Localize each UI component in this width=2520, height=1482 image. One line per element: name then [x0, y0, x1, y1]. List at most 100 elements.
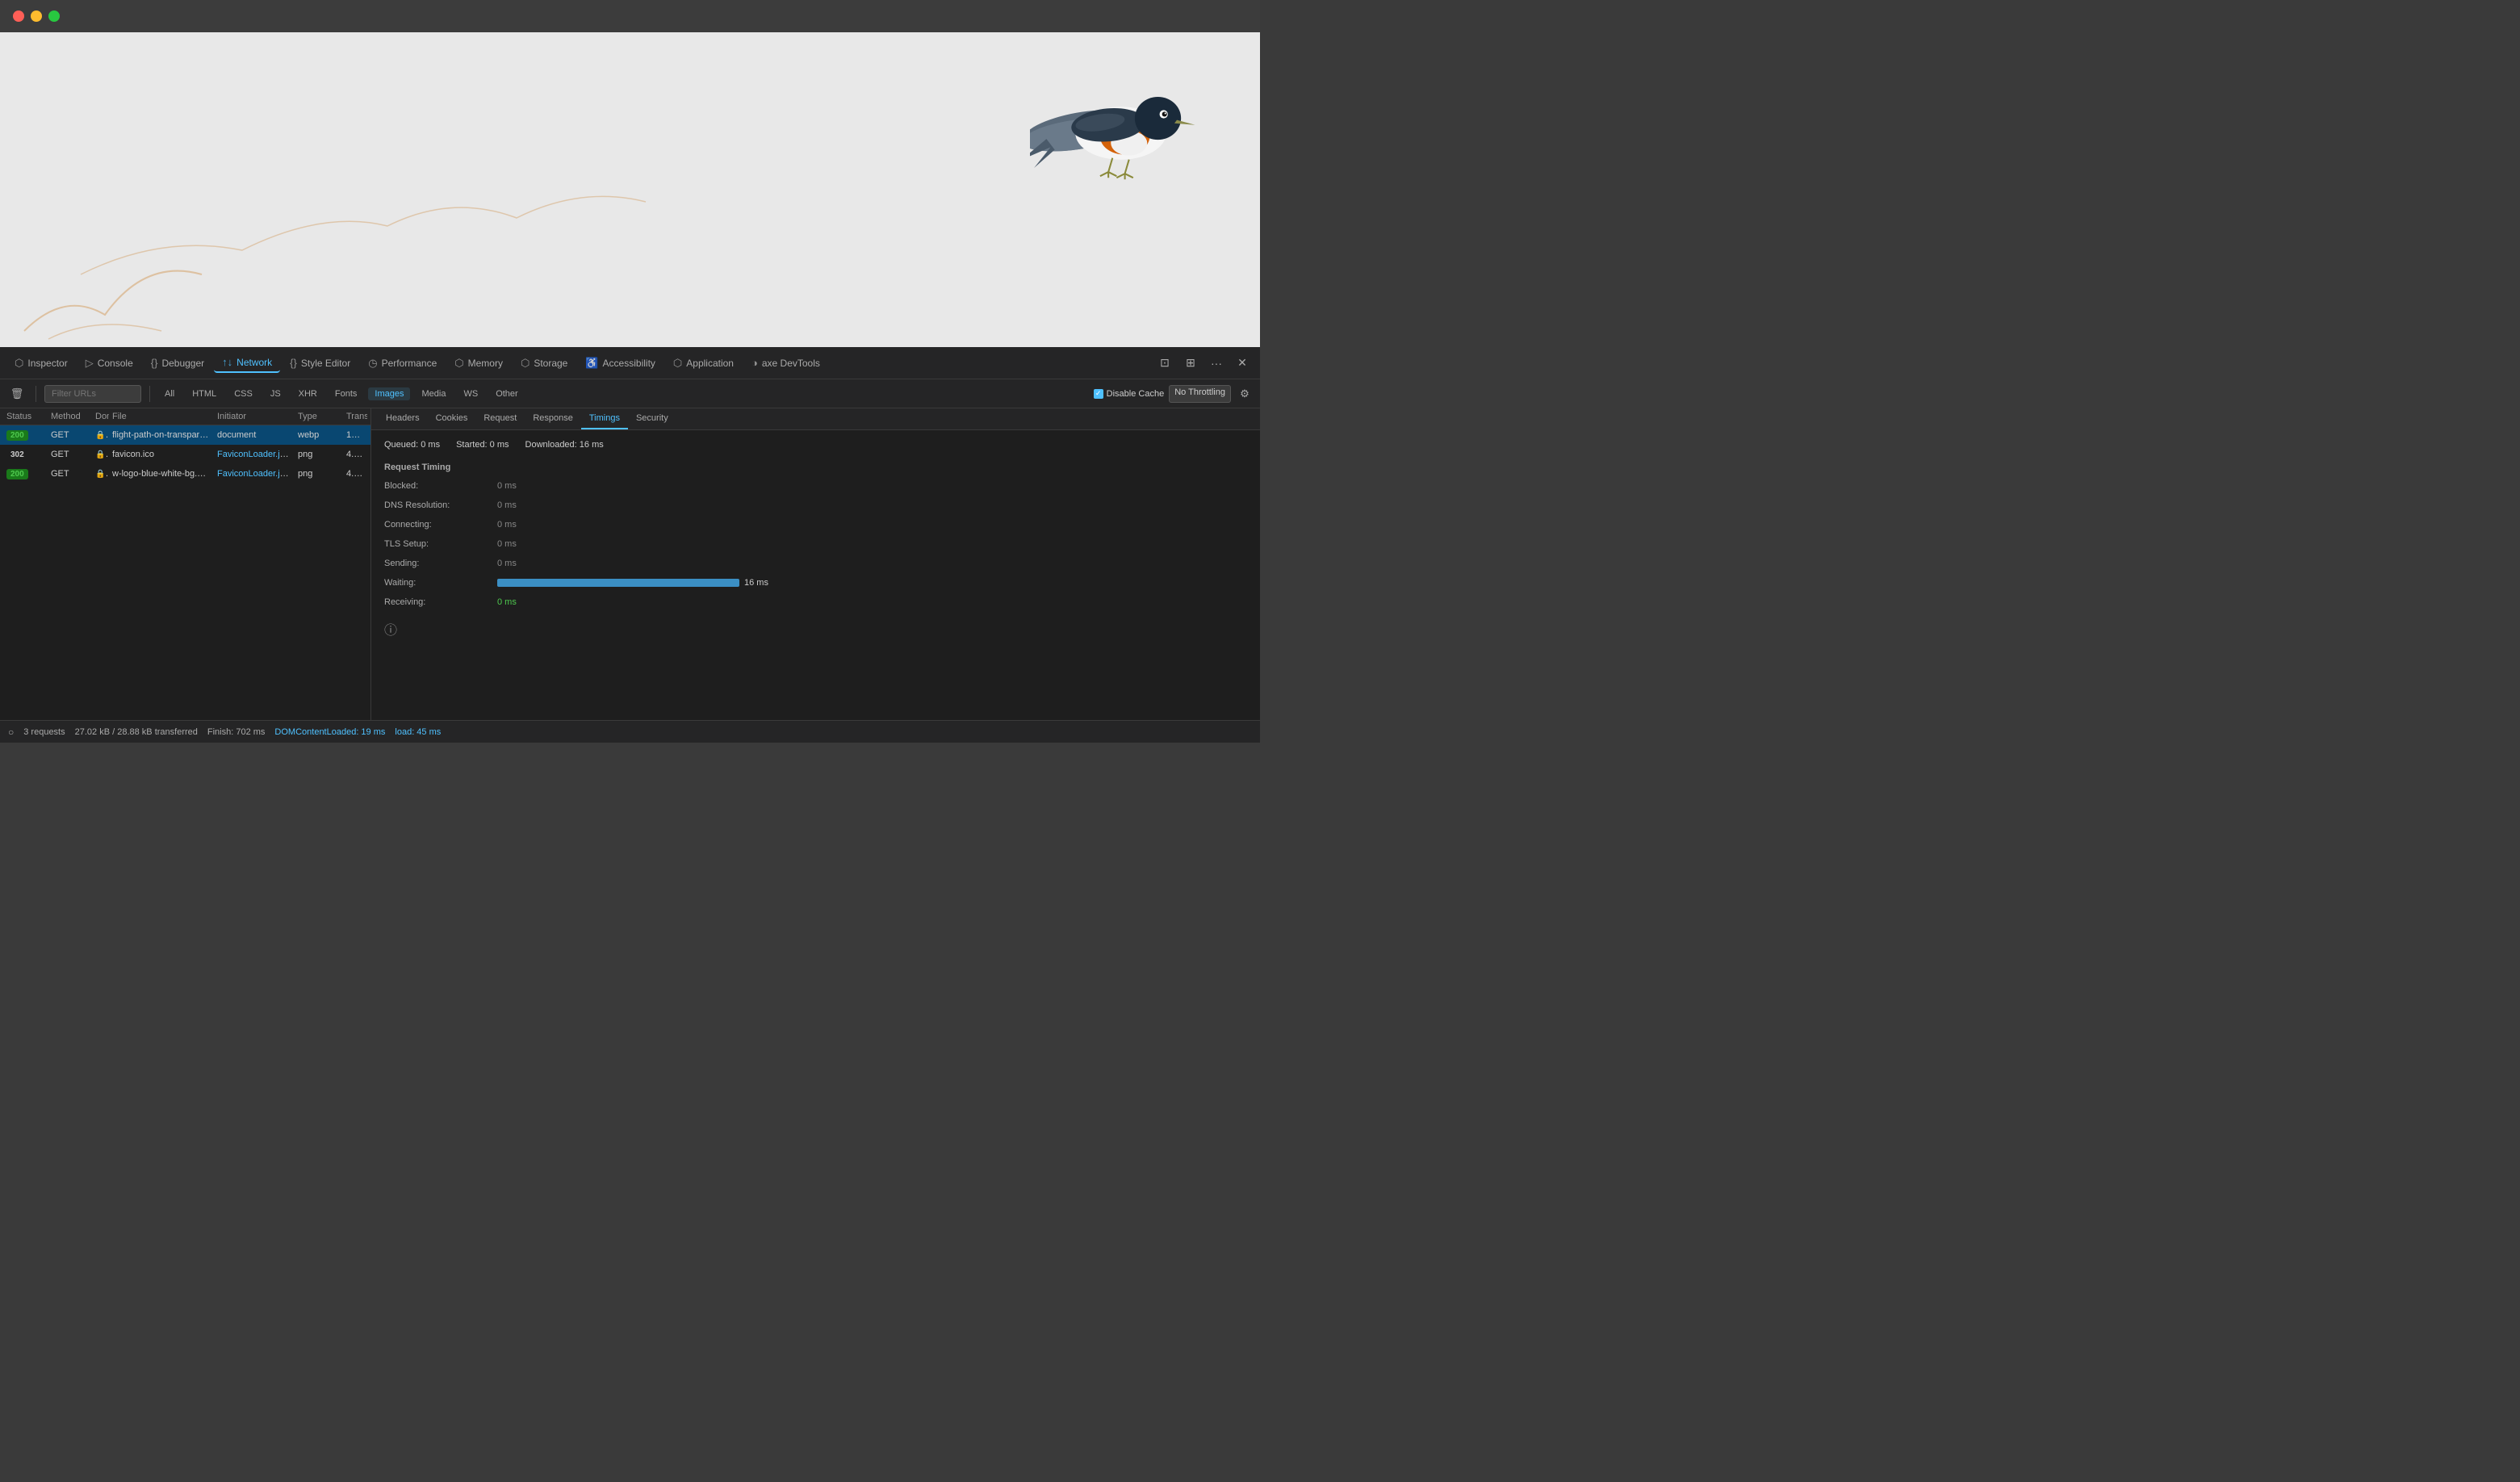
tab-memory[interactable]: ⬡ Memory — [446, 354, 511, 373]
filter-ws[interactable]: WS — [457, 387, 484, 400]
disable-cache-checkbox[interactable]: ✓ — [1094, 389, 1103, 399]
timing-row-receiving: Receiving: 0 ms — [384, 595, 1247, 609]
tab-application[interactable]: ⬡ Application — [665, 354, 742, 373]
tab-axe-devtools[interactable]: ◑ axe DevTools — [743, 354, 828, 372]
cell-status: 302 — [3, 447, 48, 463]
initiator-link[interactable]: FaviconLoader.jsm:1… — [217, 450, 295, 459]
transferred-size: 27.02 kB / 28.88 kB transferred — [75, 727, 198, 737]
tab-storage[interactable]: ⬡ Storage — [513, 354, 576, 373]
tab-style-editor[interactable]: {} Style Editor — [282, 354, 358, 372]
gear-button[interactable]: ⚙ — [1236, 385, 1254, 403]
bird-illustration — [1030, 61, 1212, 194]
filter-images[interactable]: Images — [368, 387, 410, 400]
table-row[interactable]: 302 GET 🔒 d88nnwyj5756q.cloudfront.net f… — [0, 445, 370, 464]
cell-initiator: document — [214, 428, 295, 442]
timing-label: Connecting: — [384, 520, 497, 530]
table-row[interactable]: 200 GET 🔒 d88nnwyj5756q.cloudfront.net f… — [0, 425, 370, 445]
timing-label: Receiving: — [384, 597, 497, 607]
style-editor-icon: {} — [290, 357, 297, 369]
maximize-button[interactable] — [48, 10, 60, 22]
inspector-icon: ⬡ — [15, 357, 23, 370]
throttle-select[interactable]: No Throttling — [1169, 385, 1231, 403]
dom-content-loaded[interactable]: DOMContentLoaded: 19 ms — [274, 727, 385, 737]
table-row[interactable]: 200 GET 🔒 d88nnwyj5756q.cloudfront.net w… — [0, 464, 370, 484]
lock-icon: 🔒 — [95, 430, 109, 440]
cell-initiator: FaviconLoader.jsm:1… — [214, 447, 295, 462]
col-file: File — [109, 408, 214, 425]
devtools-tabbar: ⬡ Inspector ▷ Console {} Debugger ↑↓ Net… — [0, 347, 1260, 379]
more-button[interactable]: ··· — [1205, 352, 1228, 375]
timing-label: DNS Resolution: — [384, 500, 497, 510]
timing-row-connecting: Connecting: 0 ms — [384, 517, 1247, 532]
help-icon[interactable]: ⓘ — [384, 619, 1247, 638]
cell-file: flight-path-on-transparent-d.png — [109, 428, 214, 442]
timing-label: TLS Setup: — [384, 539, 497, 549]
load-time[interactable]: load: 45 ms — [395, 727, 441, 737]
timing-bar-area: 0 ms — [497, 520, 1247, 530]
cell-transferred: 19.58 kB — [343, 428, 367, 442]
tab-request[interactable]: Request — [475, 408, 525, 429]
tab-security[interactable]: Security — [628, 408, 676, 429]
storage-icon: ⬡ — [521, 357, 530, 370]
timing-row-sending: Sending: 0 ms — [384, 556, 1247, 571]
timing-value: 0 ms — [497, 520, 517, 530]
filter-fonts[interactable]: Fonts — [329, 387, 364, 400]
check-icon: ✓ — [1095, 389, 1102, 398]
tab-inspector[interactable]: ⬡ Inspector — [6, 354, 76, 373]
network-toolbar-right: ✓ Disable Cache No Throttling ⚙ — [1094, 385, 1254, 403]
cell-file: w-logo-blue-white-bg.png — [109, 467, 214, 481]
filter-input[interactable] — [44, 385, 141, 403]
tab-response[interactable]: Response — [525, 408, 581, 429]
table-body: 200 GET 🔒 d88nnwyj5756q.cloudfront.net f… — [0, 425, 370, 720]
cell-method: GET — [48, 447, 92, 462]
timing-value: 0 ms — [497, 500, 517, 510]
cell-type: png — [295, 447, 343, 462]
initiator-link[interactable]: FaviconLoader.jsm:1… — [217, 469, 295, 479]
titlebar — [0, 0, 1260, 32]
network-icon: ↑↓ — [222, 356, 232, 368]
filter-js[interactable]: JS — [264, 387, 287, 400]
timing-bar-area: 16 ms — [497, 578, 1247, 588]
timing-value: 0 ms — [497, 481, 517, 491]
filter-all[interactable]: All — [158, 387, 181, 400]
minimize-button[interactable] — [31, 10, 42, 22]
tab-performance[interactable]: ◷ Performance — [360, 354, 445, 373]
close-button[interactable] — [13, 10, 24, 22]
downloaded-time: Downloaded: 16 ms — [525, 440, 604, 450]
tab-debugger[interactable]: {} Debugger — [143, 354, 212, 372]
tab-headers[interactable]: Headers — [378, 408, 428, 429]
filter-other[interactable]: Other — [489, 387, 525, 400]
lock-icon: 🔒 — [95, 469, 109, 479]
tab-console[interactable]: ▷ Console — [77, 354, 141, 373]
filter-media[interactable]: Media — [415, 387, 452, 400]
tab-accessibility[interactable]: ♿ Accessibility — [577, 354, 663, 373]
filter-html[interactable]: HTML — [186, 387, 223, 400]
disable-cache-label[interactable]: ✓ Disable Cache — [1094, 389, 1165, 399]
timing-value: 16 ms — [744, 578, 768, 588]
cell-domain: 🔒 d88nnwyj5756q.cloudfront.net — [92, 447, 109, 462]
close-devtools-button[interactable]: ✕ — [1231, 352, 1254, 375]
devtools-panel: ⬡ Inspector ▷ Console {} Debugger ↑↓ Net… — [0, 347, 1260, 743]
browser-viewport — [0, 32, 1260, 347]
toolbar-right: ⊡ ⊞ ··· ✕ — [1153, 352, 1254, 375]
cell-method: GET — [48, 467, 92, 481]
cell-type: webp — [295, 428, 343, 442]
col-method: Method — [48, 408, 92, 425]
tab-network[interactable]: ↑↓ Network — [214, 353, 280, 373]
devtools-main: Status Method Domain File Initiator Type… — [0, 408, 1260, 720]
filter-xhr[interactable]: XHR — [292, 387, 324, 400]
timing-value: 0 ms — [497, 559, 517, 568]
col-type: Type — [295, 408, 343, 425]
network-toolbar: 🗑 All HTML CSS JS XHR Fonts Images Media… — [0, 379, 1260, 408]
tab-timings[interactable]: Timings — [581, 408, 628, 429]
timing-row-tls: TLS Setup: 0 ms — [384, 537, 1247, 551]
clear-button[interactable]: 🗑 — [6, 383, 27, 404]
debugger-icon: {} — [151, 357, 158, 369]
undock-button[interactable]: ⊞ — [1179, 352, 1202, 375]
cell-type: png — [295, 467, 343, 481]
application-icon: ⬡ — [673, 357, 682, 370]
tab-cookies[interactable]: Cookies — [428, 408, 476, 429]
cell-file: favicon.ico — [109, 447, 214, 462]
dock-button[interactable]: ⊡ — [1153, 352, 1176, 375]
filter-css[interactable]: CSS — [228, 387, 259, 400]
